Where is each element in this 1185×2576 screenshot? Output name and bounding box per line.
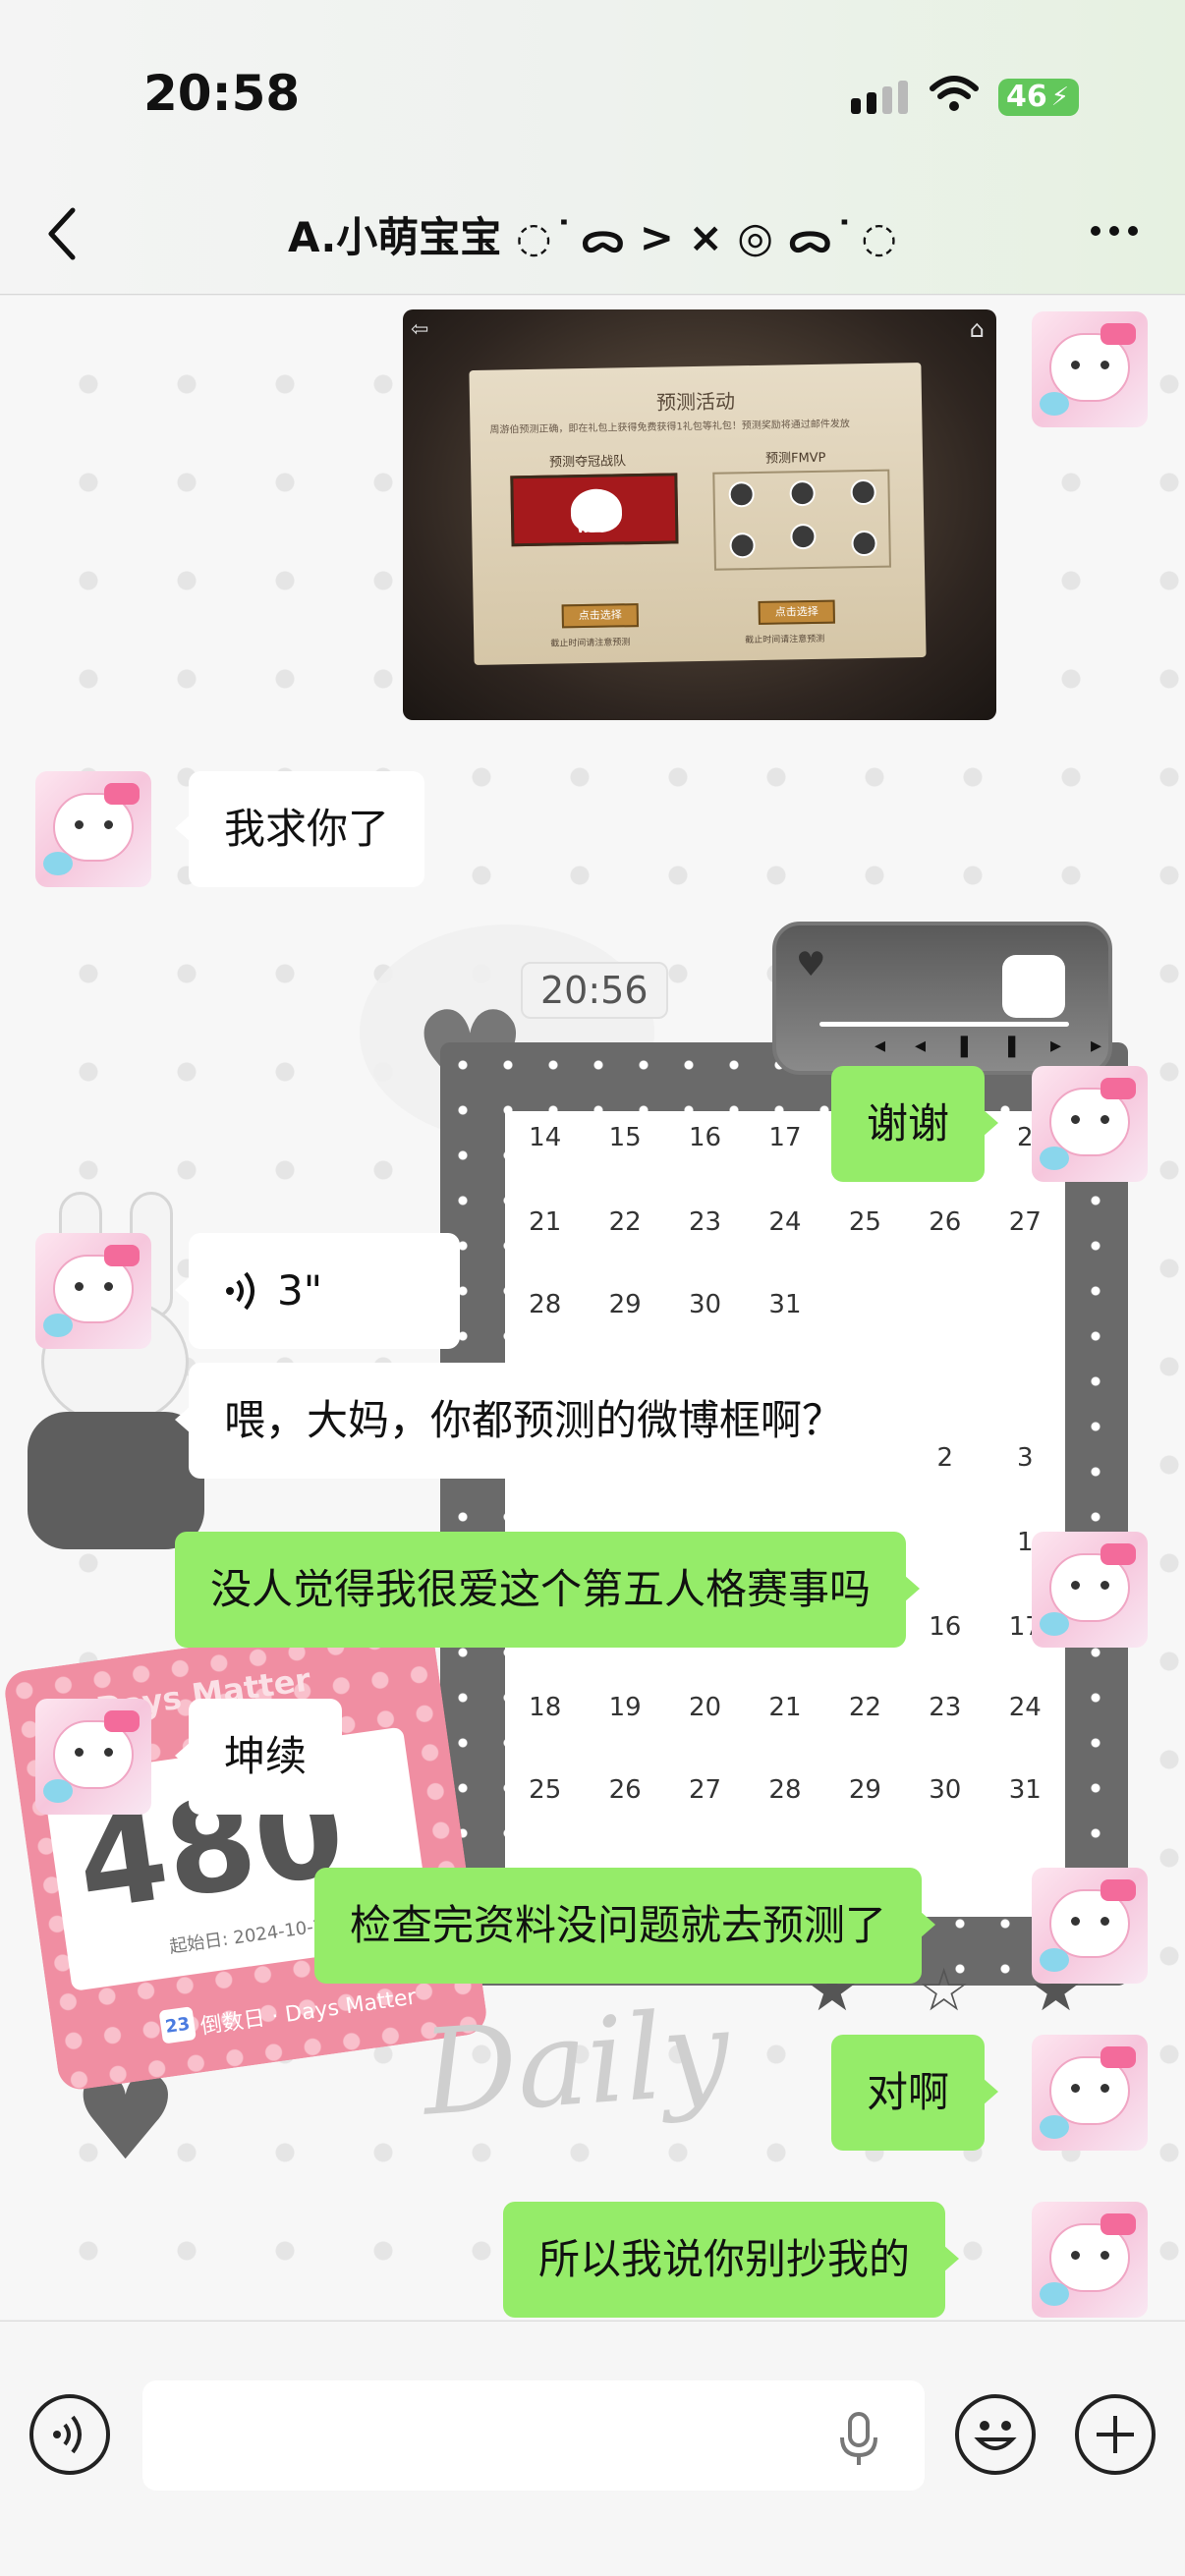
prediction-description: 周游伯预测正确，即在礼包上获得免费获得1礼包等礼包！预测奖励将通过邮件发放 — [489, 419, 850, 436]
my-avatar[interactable] — [1032, 1532, 1148, 1648]
calendar-grid: 141516172 21222324252627 28293031 123 1 … — [505, 1111, 1065, 1917]
progress-bar — [819, 1022, 1069, 1027]
prediction-card: 预测活动 周游伯预测正确，即在礼包上获得免费获得1礼包等礼包！预测奖励将通过邮件… — [469, 363, 927, 665]
calendar-row: 21 22 23 24 25 26 27 — [529, 1207, 1042, 1237]
voice-wave-icon — [226, 1271, 254, 1311]
chat-area[interactable]: ♥ ♥ 141516172 21222324252627 28293031 12… — [0, 296, 1185, 2320]
select-champion-button: 点击选择 — [561, 603, 639, 629]
days-matter-sticker: Days Matter 480 起始日: 2024-10-2 23 倒数日 · … — [2, 1613, 489, 2093]
player-avatars — [712, 469, 891, 571]
exit-icon: ⇦ — [411, 317, 429, 342]
message-bubble[interactable]: 对啊 — [831, 2035, 999, 2151]
calendar-row: 18 19 20 21 22 23 24 — [529, 1693, 1042, 1722]
contact-avatar[interactable] — [35, 1233, 151, 1349]
fmvp-note: 截止时间请注意预测 — [745, 634, 825, 646]
plus-icon[interactable] — [1075, 2394, 1156, 2475]
contact-avatar[interactable] — [35, 1699, 151, 1815]
player-avatar — [789, 479, 816, 507]
message-bubble[interactable]: 检查完资料没问题就去预测了 — [314, 1868, 936, 1984]
voice-wave-icon — [53, 2415, 82, 2454]
champion-note: 截止时间请注意预测 — [550, 638, 631, 649]
fmvp-label: 预测FMVP — [764, 450, 826, 467]
prediction-title: 预测活动 — [655, 389, 736, 415]
my-avatar[interactable] — [1032, 1066, 1148, 1182]
message-bubble[interactable]: 我求你了 — [174, 771, 425, 887]
status-bar: 20:58 46 ⚡ — [0, 0, 1185, 177]
message-bubble[interactable]: 所以我说你别抄我的 — [503, 2202, 960, 2318]
cellular-signal-icon — [851, 81, 908, 114]
wifi-icon — [930, 76, 979, 111]
team-name: WBG — [577, 522, 606, 536]
charging-icon: ⚡ — [1050, 83, 1069, 112]
calendar-row: 28 29 30 31 — [529, 1290, 802, 1319]
playback-controls-icon: ◂◂❚❚▸▸ — [875, 1034, 1132, 1058]
heart-icon: ♥ — [796, 945, 826, 984]
select-fmvp-button: 点击选择 — [758, 599, 835, 625]
team-logo: WBG — [510, 473, 679, 547]
message-bubble[interactable]: 坤续 — [174, 1699, 343, 1815]
music-player-sticker: ♥ ◂◂❚❚▸▸ — [772, 922, 1112, 1075]
emoji-icon[interactable] — [955, 2394, 1036, 2475]
calendar-sticker: 141516172 21222324252627 28293031 123 1 … — [440, 1042, 1128, 1986]
voice-duration: 3" — [277, 1266, 323, 1315]
battery-icon: 46 ⚡ — [998, 79, 1079, 116]
status-time: 20:58 — [143, 65, 301, 122]
microphone-icon[interactable] — [837, 2412, 880, 2467]
player-avatar — [790, 523, 817, 550]
daily-sticker: Daily — [418, 1985, 734, 2143]
message-bubble[interactable]: 喂，大妈，你都预测的微博框啊？ — [174, 1363, 879, 1479]
message-input[interactable] — [142, 2380, 925, 2491]
my-avatar[interactable] — [1032, 2202, 1148, 2318]
calendar-row: 25 26 27 28 29 30 31 — [529, 1775, 1042, 1805]
nav-bar: A.小萌宝宝 ◌ ͘ ᯅ > × ◎ ᯅ ͘ ◌ — [0, 177, 1185, 295]
album-cover — [1002, 955, 1065, 1018]
my-avatar[interactable] — [1032, 311, 1148, 427]
battery-level: 46 — [1006, 80, 1047, 114]
image-message[interactable]: ⇦ ⌂ 预测活动 周游伯预测正确，即在礼包上获得免费获得1礼包等礼包！预测奖励将… — [403, 309, 996, 720]
player-avatar — [851, 530, 877, 557]
days-app-label: 倒数日 · Days Matter — [198, 1985, 419, 2040]
voice-icon[interactable] — [29, 2394, 110, 2475]
voice-message-bubble[interactable]: 3" — [175, 1233, 460, 1349]
message-bubble[interactable]: 没人觉得我很爱这个第五人格赛事吗 — [175, 1532, 921, 1648]
pin-icon: ⌂ — [969, 315, 985, 343]
message-bubble[interactable]: 谢谢 — [831, 1066, 999, 1182]
champion-label: 预测夺冠战队 — [548, 454, 627, 471]
input-bar — [0, 2321, 1185, 2576]
player-avatar — [850, 478, 876, 506]
calendar-app-icon: 23 — [158, 2006, 197, 2044]
my-avatar[interactable] — [1032, 2035, 1148, 2151]
player-avatar — [729, 532, 756, 559]
more-icon[interactable] — [1091, 226, 1138, 236]
message-timestamp: 20:56 — [521, 962, 668, 1019]
my-avatar[interactable] — [1032, 1868, 1148, 1984]
player-avatar — [728, 480, 755, 508]
contact-avatar[interactable] — [35, 771, 151, 887]
chat-title: A.小萌宝宝 ◌ ͘ ᯅ > × ◎ ᯅ ͘ ◌ — [288, 213, 897, 261]
